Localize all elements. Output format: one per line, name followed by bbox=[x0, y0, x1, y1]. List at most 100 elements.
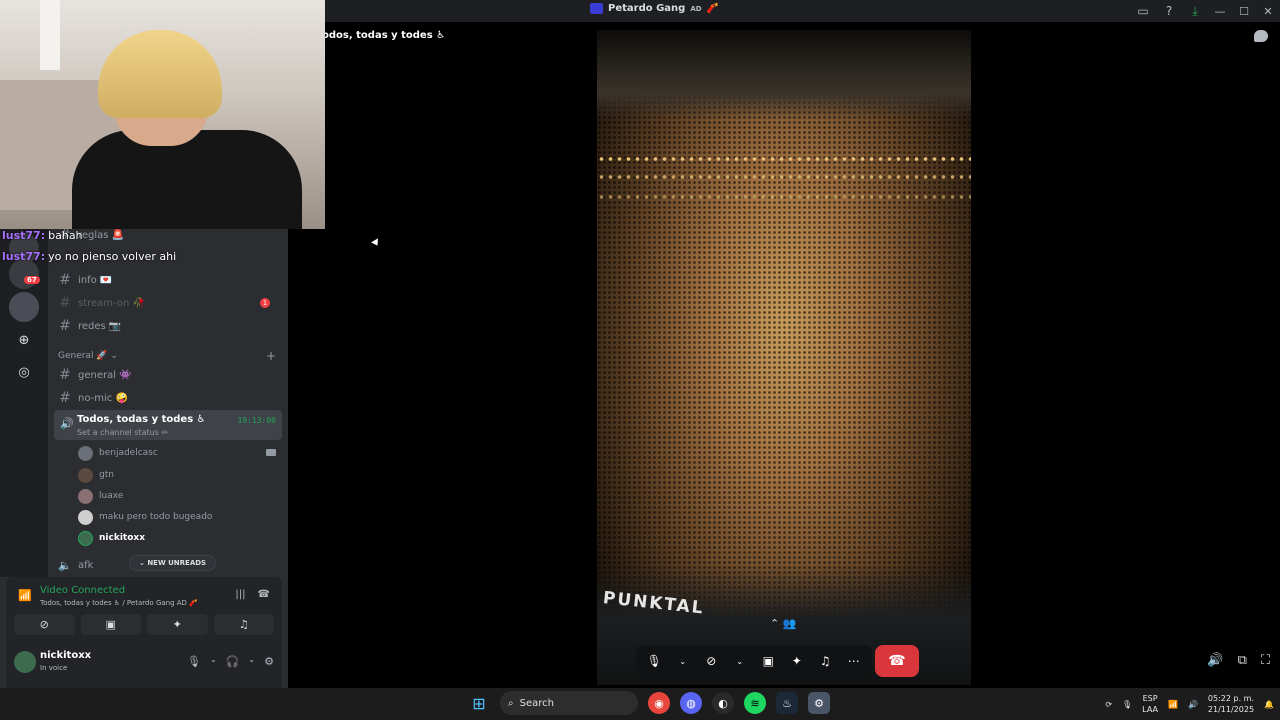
notification-icon[interactable]: 🔔 bbox=[1264, 700, 1274, 709]
steam-icon[interactable]: ♨ bbox=[776, 692, 798, 714]
screen-share-icon[interactable]: ▣ bbox=[755, 648, 781, 674]
settings-icon[interactable]: ⚙ bbox=[808, 692, 830, 714]
channel-stream-on[interactable]: # stream-on 🥀 1 bbox=[58, 294, 282, 312]
chat-username: lust77: bbox=[2, 250, 46, 263]
voice-channel-status[interactable]: Set a channel status ✏ bbox=[77, 428, 168, 437]
stage-right-controls: 🔊 ⧉ ⛶ bbox=[1207, 653, 1270, 668]
fullscreen-icon[interactable]: ⛶ bbox=[1261, 653, 1270, 668]
system-tray: ⟳ 🎙 ESP LAA 📶 🔊 05:22 p. m. 21/11/2025 🔔 bbox=[1105, 688, 1274, 720]
avatar bbox=[78, 445, 93, 461]
popout-icon[interactable]: ⧉ bbox=[1238, 653, 1247, 668]
new-unreads-pill[interactable]: ⌄ NEW UNREADS bbox=[129, 555, 217, 571]
user-name[interactable]: nickitoxx bbox=[40, 650, 91, 661]
help-icon[interactable]: ? bbox=[1156, 0, 1182, 22]
server-icon[interactable] bbox=[9, 292, 39, 322]
voice-member[interactable]: benjadelcasc bbox=[78, 444, 158, 462]
language-bottom: LAA bbox=[1142, 705, 1158, 714]
video-dots-row bbox=[597, 174, 971, 180]
activities-button[interactable]: ✦ bbox=[147, 614, 208, 635]
server-suffix: AD bbox=[690, 4, 702, 13]
add-server-icon[interactable]: ⊕ bbox=[16, 333, 32, 349]
member-name: gtn bbox=[99, 470, 114, 480]
camera-off-icon[interactable]: ⊘ bbox=[698, 648, 724, 674]
volume-icon[interactable]: 🔊 bbox=[1188, 700, 1198, 709]
chat-username: lust77: bbox=[2, 229, 46, 242]
noise-suppression-icon[interactable]: ||| bbox=[235, 589, 245, 600]
wifi-icon[interactable]: 📶 bbox=[1168, 700, 1178, 709]
maximize-icon[interactable]: ☐ bbox=[1232, 0, 1256, 22]
voice-member[interactable]: gtn bbox=[78, 466, 114, 484]
member-name: luaxe bbox=[99, 491, 124, 501]
close-icon[interactable]: ✕ bbox=[1256, 0, 1280, 22]
channel-general[interactable]: # general 👾 bbox=[58, 366, 282, 384]
headphones-icon[interactable]: 🎧 bbox=[226, 655, 240, 668]
hash-icon: # bbox=[59, 390, 71, 406]
windows-start-icon[interactable]: ⊞ bbox=[468, 692, 490, 714]
voice-member-self[interactable]: nickitoxx bbox=[78, 529, 145, 547]
microphone-icon[interactable]: 🎙 bbox=[1122, 700, 1132, 709]
webcam-curtain bbox=[40, 0, 60, 70]
category-general[interactable]: General 🚀 ⌄ bbox=[58, 351, 278, 361]
add-channel-icon[interactable]: + bbox=[266, 349, 276, 363]
chat-icon[interactable] bbox=[1254, 30, 1268, 42]
language-top: ESP bbox=[1142, 694, 1158, 703]
microphone-icon[interactable]: 🎙 bbox=[187, 655, 201, 668]
mention-badge: 67 bbox=[24, 276, 40, 284]
clock[interactable]: 05:22 p. m. 21/11/2025 bbox=[1208, 693, 1254, 715]
tile-controls[interactable]: ⌃ 👥 bbox=[770, 617, 796, 630]
member-name: benjadelcasc bbox=[99, 448, 158, 458]
user-status: In voice bbox=[40, 664, 68, 672]
disconnect-button[interactable]: ☎ bbox=[875, 645, 919, 677]
obs-icon[interactable]: ◐ bbox=[712, 692, 734, 714]
hash-icon: # bbox=[59, 272, 71, 288]
chevron-down-icon[interactable]: ⌄ bbox=[670, 648, 696, 674]
voice-connected-title[interactable]: Video Connected bbox=[40, 585, 125, 596]
server-rail: 67 ⊕ ◎ bbox=[0, 229, 48, 577]
discord-icon[interactable]: ◍ bbox=[680, 692, 702, 714]
inbox-icon[interactable]: ▭ bbox=[1130, 0, 1156, 22]
chevron-down-icon[interactable]: ⌄ bbox=[727, 648, 753, 674]
more-icon[interactable]: ⋯ bbox=[841, 648, 867, 674]
channel-sidebar: 67 ⊕ ◎ # reglas 🚨 # info 💌 # stream-on 🥀… bbox=[0, 227, 288, 688]
taskbar-apps: ⊞ ⌕ Search ◉ ◍ ◐ ≋ ♨ ⚙ bbox=[468, 691, 830, 715]
chat-message: lust77: bahah bbox=[2, 229, 176, 250]
channel-info[interactable]: # info 💌 bbox=[58, 271, 282, 289]
chevron-down-icon[interactable]: ⌄ bbox=[210, 655, 217, 668]
disconnect-icon[interactable]: ☎ bbox=[258, 589, 270, 600]
voice-connected-subtitle[interactable]: Todos, todas y todes ♿ / Petardo Gang AD… bbox=[40, 599, 198, 607]
minimize-icon[interactable]: — bbox=[1208, 0, 1232, 22]
volume-icon[interactable]: 🔊 bbox=[1207, 653, 1223, 668]
sync-icon[interactable]: ⟳ bbox=[1105, 700, 1112, 709]
explore-icon[interactable]: ◎ bbox=[16, 365, 32, 381]
voice-member[interactable]: luaxe bbox=[78, 487, 123, 505]
member-name: nickitoxx bbox=[99, 533, 145, 543]
soundboard-icon[interactable]: ♫ bbox=[812, 648, 838, 674]
taskbar-search[interactable]: ⌕ Search bbox=[500, 691, 638, 715]
channel-label: stream-on 🥀 bbox=[78, 297, 145, 309]
microphone-icon[interactable]: 🎙 bbox=[641, 648, 667, 674]
chat-text: yo no pienso volver ahi bbox=[48, 250, 177, 263]
window-title: Petardo Gang AD 🧨 bbox=[590, 3, 719, 14]
avatar bbox=[78, 509, 93, 525]
spotify-icon[interactable]: ≋ bbox=[744, 692, 766, 714]
chevron-down-icon[interactable]: ⌄ bbox=[248, 655, 255, 668]
language-indicator[interactable]: ESP LAA bbox=[1142, 693, 1158, 715]
screen-share-button[interactable]: ▣ bbox=[80, 614, 141, 635]
voice-member[interactable]: maku pero todo bugeado bbox=[78, 508, 212, 526]
video-stream-tile[interactable]: PUNKTAL bbox=[597, 30, 971, 685]
activities-icon[interactable]: ✦ bbox=[784, 648, 810, 674]
video-dots-row bbox=[597, 194, 971, 200]
avatar bbox=[78, 467, 93, 483]
download-icon[interactable]: ⤓ bbox=[1182, 0, 1208, 22]
camera-icon bbox=[266, 449, 276, 456]
camera-toggle-button[interactable]: ⊘ bbox=[14, 614, 75, 635]
avatar bbox=[78, 488, 93, 504]
voice-channel-active[interactable]: 🔊 Todos, todas y todes ♿ Set a channel s… bbox=[54, 410, 282, 440]
hash-icon: # bbox=[59, 318, 71, 334]
gear-icon[interactable]: ⚙ bbox=[264, 655, 274, 668]
channel-no-mic[interactable]: # no-mic 🤪 bbox=[58, 389, 282, 407]
chrome-icon[interactable]: ◉ bbox=[648, 692, 670, 714]
channel-redes[interactable]: # redes 📷 bbox=[58, 317, 282, 335]
avatar[interactable] bbox=[14, 651, 36, 673]
soundboard-button[interactable]: ♫ bbox=[213, 614, 274, 635]
